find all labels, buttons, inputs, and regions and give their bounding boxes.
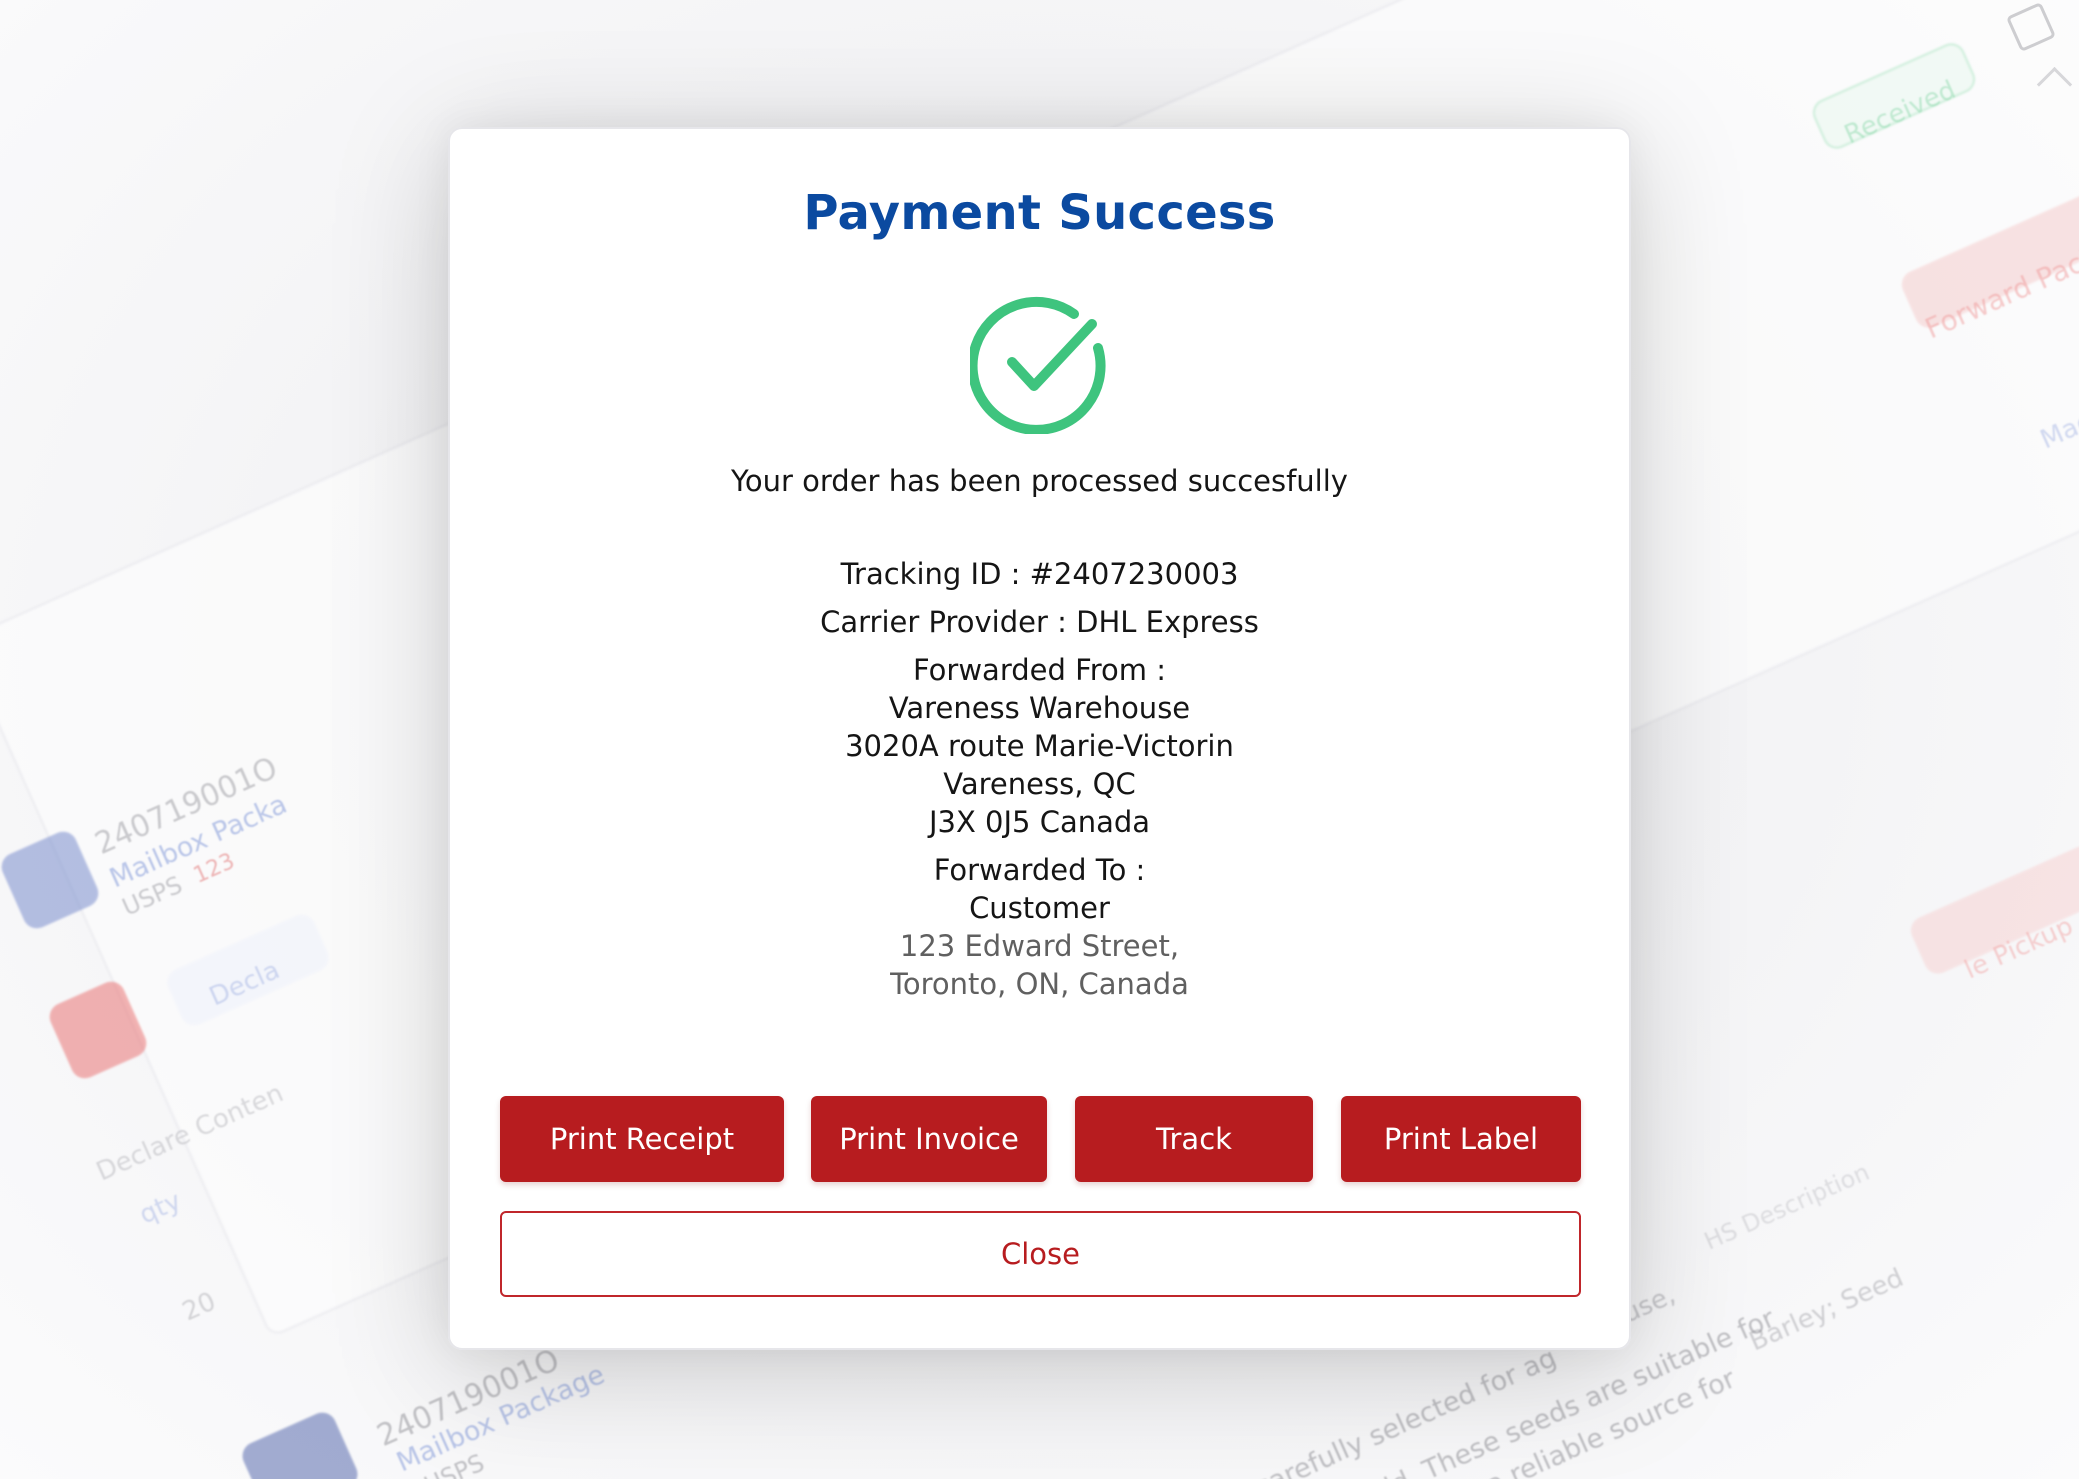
print-receipt-button[interactable]: Print Receipt [500, 1096, 784, 1182]
modal-title: Payment Success [803, 185, 1276, 241]
order-details: Tracking ID : #2407230003 Carrier Provid… [450, 555, 1629, 1013]
carrier-provider: Carrier Provider : DHL Express [820, 605, 1259, 639]
print-label-button[interactable]: Print Label [1341, 1096, 1581, 1182]
track-button[interactable]: Track [1075, 1096, 1313, 1182]
forwarded-from-line: 3020A route Marie-Victorin [845, 729, 1234, 763]
check-circle-icon [967, 294, 1110, 435]
background-qty-value: 20 [178, 1286, 221, 1328]
forwarded-to-name: Customer [969, 891, 1110, 925]
tracking-id: Tracking ID : #2407230003 [840, 557, 1239, 591]
forwarded-to-line: Toronto, ON, Canada [890, 967, 1189, 1001]
forwarded-from-label: Forwarded From : [913, 653, 1166, 687]
background-package-icon-2 [238, 1408, 362, 1479]
forwarded-from-block: Forwarded From : Vareness Warehouse 3020… [450, 651, 1629, 841]
screen: 240719001O Mailbox Packa USPS 123 Decla … [0, 0, 2079, 1479]
forwarded-to-block: Forwarded To : Customer 123 Edward Stree… [450, 851, 1629, 1003]
forwarded-from-line: J3X 0J5 Canada [928, 805, 1151, 839]
forwarded-from-line: Vareness Warehouse [888, 691, 1191, 725]
forwarded-to-label: Forwarded To : [933, 853, 1146, 887]
close-button[interactable]: Close [500, 1211, 1581, 1297]
background-hs-description: HS Description [1700, 1157, 1874, 1256]
background-qty-header: qty [135, 1185, 186, 1231]
forwarded-from-line: Vareness, QC [943, 767, 1136, 801]
print-invoice-button[interactable]: Print Invoice [811, 1096, 1047, 1182]
action-buttons: Print Receipt Print Invoice Track Print … [500, 1096, 1581, 1182]
success-message: Your order has been processed succesfull… [731, 464, 1348, 498]
forwarded-to-line: 123 Edward Street, [899, 929, 1180, 963]
payment-success-modal: Payment Success Your order has been proc… [448, 127, 1631, 1350]
